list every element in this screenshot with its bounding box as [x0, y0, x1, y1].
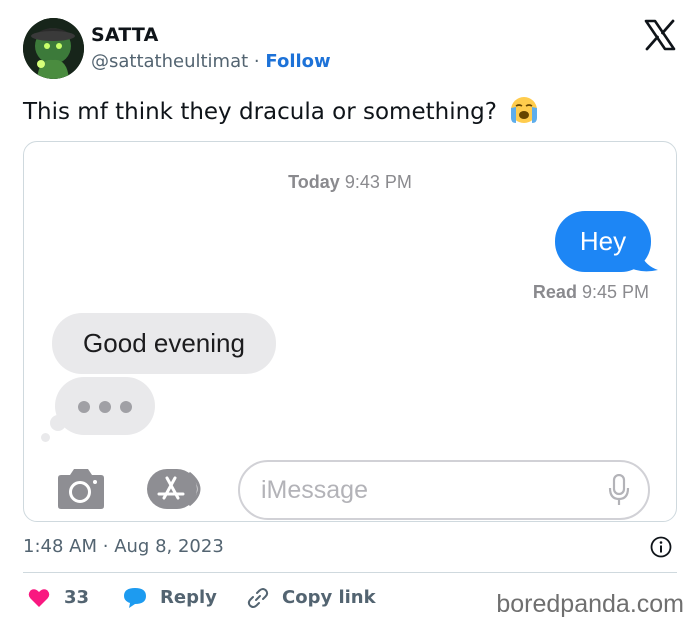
- author-handle-row: @sattatheultimat · Follow: [91, 51, 331, 72]
- sent-message-bubble: Hey: [555, 211, 651, 272]
- reply-button[interactable]: Reply: [123, 587, 217, 608]
- camera-icon[interactable]: [54, 468, 108, 510]
- message-timestamp: Today 9:43 PM: [24, 172, 676, 193]
- author-handle[interactable]: @sattatheultimat: [91, 51, 248, 72]
- app-store-icon[interactable]: [145, 468, 211, 510]
- reply-bubble-icon: [124, 588, 146, 608]
- follow-button[interactable]: Follow: [265, 51, 330, 72]
- media-card[interactable]: Today 9:43 PM Hey Read 9:45 PM Good even…: [23, 141, 677, 522]
- datetime-separator: ·: [102, 536, 109, 557]
- sent-message-text: Hey: [579, 226, 627, 256]
- tweet-datetime[interactable]: 1:48 AM · Aug 8, 2023: [23, 536, 224, 557]
- tweet-text-row: This mf think they dracula or something?: [23, 95, 540, 125]
- received-message-text: Good evening: [83, 328, 245, 358]
- footer-divider: [23, 572, 677, 573]
- author-name[interactable]: SATTA: [91, 24, 159, 46]
- read-time: 9:45 PM: [581, 282, 649, 302]
- imessage-input[interactable]: iMessage: [238, 460, 650, 520]
- handle-separator: ·: [253, 51, 260, 72]
- like-count: 33: [64, 587, 90, 608]
- read-label: Read: [532, 282, 577, 302]
- typing-dot: [78, 401, 90, 413]
- author-avatar[interactable]: [23, 18, 84, 79]
- timestamp-time: 9:43 PM: [344, 172, 412, 192]
- typing-tail-small: [41, 433, 50, 442]
- watermark: boredpanda.com: [496, 590, 684, 618]
- tweet-text: This mf think they dracula or something?: [23, 99, 497, 125]
- info-icon[interactable]: [650, 536, 672, 558]
- typing-dot: [99, 401, 111, 413]
- copy-link-label: Copy link: [282, 587, 376, 608]
- like-button[interactable]: 33: [28, 587, 89, 608]
- x-logo-icon[interactable]: [643, 18, 677, 52]
- avatar-image: [23, 18, 84, 79]
- typing-dot: [120, 401, 132, 413]
- read-receipt: Read 9:45 PM: [533, 282, 649, 303]
- link-icon: [247, 588, 269, 608]
- loudly-crying-face-icon: [511, 97, 538, 123]
- copy-link-button[interactable]: Copy link: [246, 587, 376, 608]
- microphone-icon[interactable]: [608, 474, 630, 506]
- reply-label: Reply: [160, 587, 217, 608]
- tweet-date: Aug 8, 2023: [114, 536, 224, 557]
- timestamp-day: Today: [288, 172, 340, 192]
- imessage-placeholder: iMessage: [261, 476, 368, 504]
- received-message-bubble: Good evening: [52, 313, 276, 374]
- tweet-time: 1:48 AM: [23, 536, 97, 557]
- typing-indicator: [55, 377, 155, 435]
- heart-icon: [28, 589, 50, 607]
